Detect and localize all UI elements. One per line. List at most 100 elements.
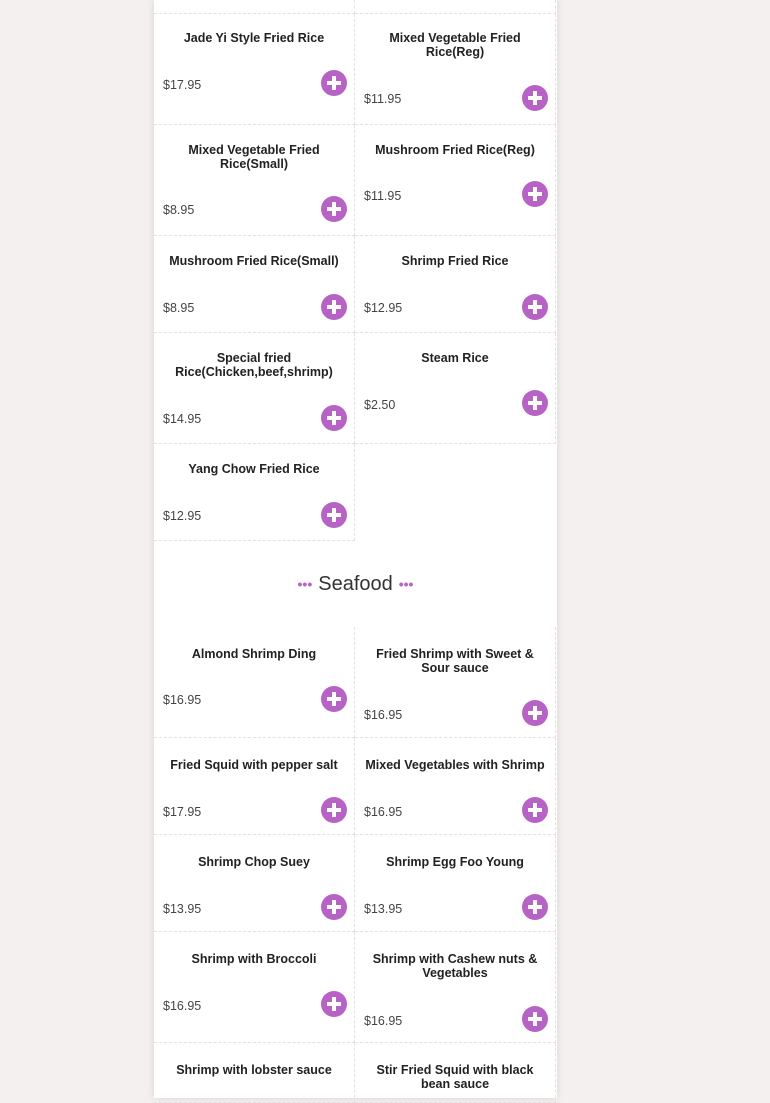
item-name: Shrimp Chop Suey xyxy=(198,855,310,869)
menu-item-card[interactable]: Fried Shrimp with Sweet & Sour sauce $16… xyxy=(355,627,556,738)
plus-circle-icon xyxy=(528,300,542,314)
section-title-text: Seafood xyxy=(318,572,393,595)
item-price: $11.95 xyxy=(364,189,402,203)
item-name: Stir Fried Squid with black bean sauce xyxy=(376,1063,534,1091)
plus-circle-icon xyxy=(528,803,542,817)
item-price: $2.50 xyxy=(364,398,396,412)
menu-item-card[interactable]: Jade Yi Style Fried Rice $17.95 xyxy=(154,14,355,125)
menu-item-card[interactable]: Mushroom Fried Rice(Small) $8.95 xyxy=(154,236,355,333)
plus-circle-icon xyxy=(528,91,542,105)
add-to-cart-button[interactable] xyxy=(321,991,347,1017)
menu-item-card[interactable]: Shrimp with Broccoli $16.95 xyxy=(154,932,355,1043)
plus-circle-icon xyxy=(327,997,341,1011)
item-price: $12.95 xyxy=(163,509,202,523)
add-to-cart-button[interactable] xyxy=(522,85,548,111)
menu-item-card[interactable]: Shrimp Fried Rice $12.95 xyxy=(355,236,556,333)
item-name: Fried Shrimp with Sweet & Sour sauce xyxy=(376,647,534,675)
seafood-items-grid: Almond Shrimp Ding $16.95 Fried Shrimp w… xyxy=(154,627,557,1103)
item-price: $12.95 xyxy=(364,301,403,315)
menu-item-card[interactable]: Yang Chow Fried Rice $12.95 xyxy=(154,444,355,541)
menu-item-card[interactable]: Shrimp with lobster sauce xyxy=(154,1043,355,1103)
item-name: Almond Shrimp Ding xyxy=(191,647,317,661)
item-price: $16.95 xyxy=(364,708,403,722)
item-name: Yang Chow Fried Rice xyxy=(188,462,320,476)
menu-item-card[interactable]: Mixed Vegetable Fried Rice(Reg) $11.95 xyxy=(355,14,556,125)
add-to-cart-button[interactable] xyxy=(522,1006,548,1032)
empty-grid-cell xyxy=(355,444,556,541)
menu-item-card-clipped xyxy=(154,0,355,14)
menu-item-card[interactable]: Almond Shrimp Ding $16.95 xyxy=(154,627,355,738)
section-title-seafood: ••• Seafood ••• xyxy=(154,541,557,627)
plus-circle-icon xyxy=(528,396,542,410)
menu-item-card[interactable]: Mixed Vegetable Fried Rice(Small) $8.95 xyxy=(154,125,355,236)
item-name: Mushroom Fried Rice(Reg) xyxy=(375,143,535,157)
plus-circle-icon xyxy=(327,508,341,522)
plus-circle-icon xyxy=(327,411,341,425)
add-to-cart-button[interactable] xyxy=(522,181,548,207)
menu-item-card[interactable]: Mixed Vegetables with Shrimp $16.95 xyxy=(355,738,556,835)
plus-circle-icon xyxy=(528,1012,542,1026)
add-to-cart-button[interactable] xyxy=(321,70,347,96)
add-to-cart-button[interactable] xyxy=(321,502,347,528)
menu-item-card[interactable]: Shrimp with Cashew nuts & Vegetables $16… xyxy=(355,932,556,1043)
plus-circle-icon xyxy=(327,803,341,817)
item-name: Special fried Rice(Chicken,beef,shrimp) xyxy=(175,351,333,379)
menu-panel: Jade Yi Style Fried Rice $17.95 Mixed Ve… xyxy=(154,0,557,1103)
plus-circle-icon xyxy=(528,706,542,720)
plus-circle-icon xyxy=(327,900,341,914)
menu-item-card[interactable]: Stir Fried Squid with black bean sauce xyxy=(355,1043,556,1103)
plus-circle-icon xyxy=(528,187,542,201)
rice-items-grid: Jade Yi Style Fried Rice $17.95 Mixed Ve… xyxy=(154,14,557,541)
item-price: $14.95 xyxy=(163,412,202,426)
add-to-cart-button[interactable] xyxy=(321,294,347,320)
add-to-cart-button[interactable] xyxy=(522,294,548,320)
item-price: $8.95 xyxy=(163,301,195,315)
item-price: $13.95 xyxy=(364,902,403,916)
item-name: Fried Squid with pepper salt xyxy=(170,758,338,772)
menu-item-card[interactable]: Steam Rice $2.50 xyxy=(355,333,556,444)
plus-circle-icon xyxy=(327,692,341,706)
item-name: Mixed Vegetables with Shrimp xyxy=(365,758,545,772)
item-name: Shrimp with Cashew nuts & Vegetables xyxy=(372,952,538,980)
rice-grid-top-row xyxy=(154,0,557,14)
add-to-cart-button[interactable] xyxy=(321,894,347,920)
item-price: $13.95 xyxy=(163,902,202,916)
plus-circle-icon xyxy=(327,300,341,314)
item-price: $16.95 xyxy=(364,1014,403,1028)
add-to-cart-button[interactable] xyxy=(321,686,347,712)
add-to-cart-button[interactable] xyxy=(522,797,548,823)
item-price: $17.95 xyxy=(163,805,202,819)
add-to-cart-button[interactable] xyxy=(522,390,548,416)
plus-circle-icon xyxy=(528,900,542,914)
item-name: Mixed Vegetable Fried Rice(Small) xyxy=(188,143,320,171)
menu-item-card[interactable]: Special fried Rice(Chicken,beef,shrimp) … xyxy=(154,333,355,444)
item-name: Shrimp with Broccoli xyxy=(191,952,317,966)
menu-item-card[interactable]: Mushroom Fried Rice(Reg) $11.95 xyxy=(355,125,556,236)
menu-item-card[interactable]: Shrimp Egg Foo Young $13.95 xyxy=(355,835,556,932)
add-to-cart-button[interactable] xyxy=(321,405,347,431)
add-to-cart-button[interactable] xyxy=(321,797,347,823)
plus-circle-icon xyxy=(327,202,341,216)
item-name: Shrimp Fried Rice xyxy=(401,254,509,268)
item-price: $16.95 xyxy=(364,805,403,819)
item-name: Shrimp Egg Foo Young xyxy=(386,855,524,869)
item-price: $8.95 xyxy=(163,203,195,217)
item-price: $11.95 xyxy=(364,92,402,106)
item-name: Shrimp with lobster sauce xyxy=(176,1063,332,1077)
section-dots-right: ••• xyxy=(398,576,414,592)
plus-circle-icon xyxy=(327,76,341,90)
item-name: Mixed Vegetable Fried Rice(Reg) xyxy=(389,31,521,59)
section-dots-left: ••• xyxy=(297,576,313,592)
item-name: Steam Rice xyxy=(421,351,489,365)
item-price: $16.95 xyxy=(163,693,202,707)
add-to-cart-button[interactable] xyxy=(522,894,548,920)
item-price: $16.95 xyxy=(163,999,202,1013)
add-to-cart-button[interactable] xyxy=(522,700,548,726)
menu-item-card[interactable]: Shrimp Chop Suey $13.95 xyxy=(154,835,355,932)
add-to-cart-button[interactable] xyxy=(321,196,347,222)
menu-item-card[interactable]: Fried Squid with pepper salt $17.95 xyxy=(154,738,355,835)
item-name: Mushroom Fried Rice(Small) xyxy=(169,254,339,268)
item-price: $17.95 xyxy=(163,78,202,92)
menu-item-card-clipped xyxy=(355,0,556,14)
item-name: Jade Yi Style Fried Rice xyxy=(183,31,325,45)
